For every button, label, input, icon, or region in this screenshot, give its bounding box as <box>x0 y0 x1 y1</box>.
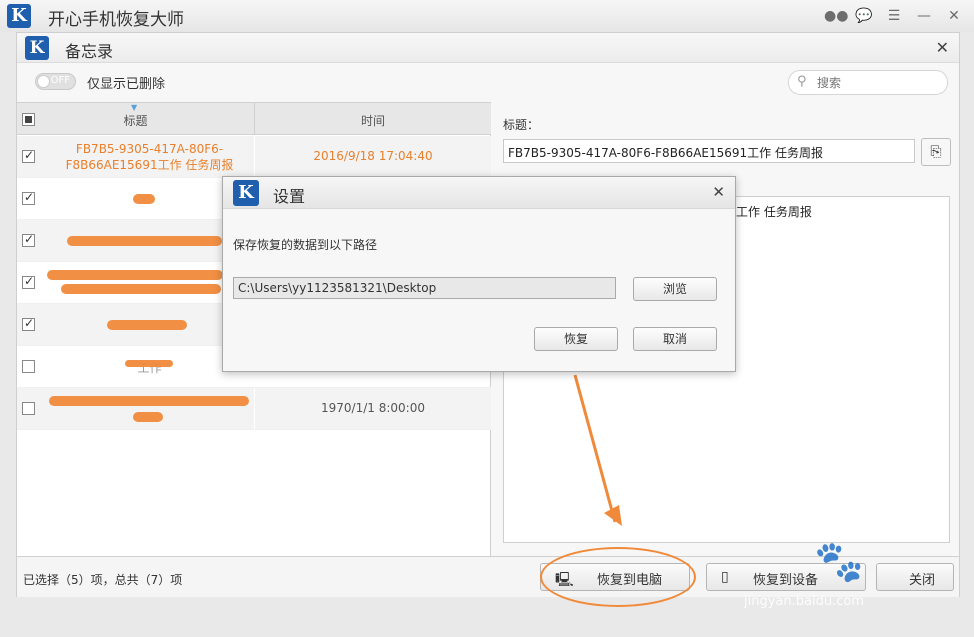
row-title: FB7B5-9305-417A-80F6- F8B66AE15691工作 任务周… <box>47 141 252 173</box>
row-checkbox[interactable] <box>22 360 35 373</box>
dialog-logo: K <box>233 180 259 206</box>
redaction-mark <box>49 396 249 406</box>
app-titlebar: K 开心手机恢复大师 ●● 💬 ☰ — ✕ <box>0 0 974 32</box>
phone-icon: ▯ <box>721 569 729 585</box>
app-logo: K <box>7 4 31 28</box>
dialog-close-icon[interactable]: ✕ <box>712 183 725 201</box>
dialog-titlebar: K 设置 ✕ <box>223 177 735 209</box>
toggle-knob <box>37 75 50 88</box>
redaction-mark <box>61 284 221 294</box>
row-checkbox[interactable] <box>22 148 35 163</box>
settings-dialog: K 设置 ✕ 保存恢复的数据到以下路径 C:\Users\yy112358132… <box>222 176 736 372</box>
memo-titlebar: K 备忘录 ✕ <box>17 33 959 63</box>
row-title-line: F8B66AE15691工作 任务周报 <box>65 158 234 172</box>
export-icon[interactable]: ⎘ <box>921 138 951 166</box>
browse-button[interactable]: 浏览 <box>633 277 717 301</box>
redaction-mark <box>133 194 155 204</box>
table-row[interactable]: 1970/1/1 8:00:00 <box>17 388 491 430</box>
row-checkbox[interactable] <box>22 402 35 415</box>
chat-icon[interactable]: 💬 <box>854 6 874 26</box>
wechat-icon[interactable]: ●● <box>824 6 848 26</box>
toggle-label: 仅显示已删除 <box>87 77 166 92</box>
redaction-mark <box>125 360 173 367</box>
row-checkbox[interactable] <box>22 232 35 247</box>
search-box[interactable]: ⚲ <box>788 70 948 95</box>
baidu-paw-logo: 🐾 <box>814 539 864 585</box>
selection-status: 已选择（5）项，总共（7）项 <box>23 573 183 587</box>
save-path-field[interactable]: C:\Users\yy1123581321\Desktop <box>233 277 616 299</box>
restore-to-device-label: 恢复到设备 <box>753 573 819 588</box>
row-checkbox[interactable] <box>22 316 35 331</box>
row-checkbox[interactable] <box>22 190 35 205</box>
memo-logo: K <box>25 36 49 60</box>
redaction-mark <box>107 320 187 330</box>
show-deleted-toggle[interactable]: OFF <box>35 73 76 90</box>
redaction-mark <box>47 270 223 280</box>
row-checkbox[interactable] <box>22 274 35 289</box>
search-icon: ⚲ <box>797 74 807 89</box>
restore-button[interactable]: 恢复 <box>534 327 618 351</box>
close-icon[interactable]: ✕ <box>944 6 964 26</box>
watermark-url: jingyan.baidu.com <box>744 594 864 609</box>
search-input[interactable] <box>815 74 940 92</box>
detail-title-label: 标题： <box>503 118 540 132</box>
detail-content-text: 工作 任务周报 <box>736 205 812 219</box>
sort-indicator-icon: ▼ <box>131 103 138 112</box>
cancel-button[interactable]: 取消 <box>633 327 717 351</box>
app-title: 开心手机恢复大师 <box>48 10 184 30</box>
close-button-label: 关闭 <box>909 573 936 588</box>
redaction-mark <box>133 412 163 422</box>
minimize-icon[interactable]: — <box>914 6 934 26</box>
row-title-line: FB7B5-9305-417A-80F6- <box>75 142 224 156</box>
row-time: 1970/1/1 8:00:00 <box>321 401 425 415</box>
memo-close-icon[interactable]: ✕ <box>936 38 949 57</box>
list-header: ▼ 标题 时间 <box>17 103 491 135</box>
menu-icon[interactable]: ☰ <box>884 6 904 26</box>
row-time: 2016/9/18 17:04:40 <box>313 149 433 163</box>
dialog-title: 设置 <box>273 187 306 206</box>
table-row[interactable]: FB7B5-9305-417A-80F6- F8B66AE15691工作 任务周… <box>17 136 491 178</box>
redaction-mark <box>67 236 222 246</box>
close-button[interactable]: 关闭 <box>876 563 954 591</box>
dialog-message: 保存恢复的数据到以下路径 <box>233 238 378 252</box>
toggle-state: OFF <box>50 75 70 86</box>
detail-title-field[interactable]: FB7B5-9305-417A-80F6-F8B66AE15691工作 任务周报 <box>503 139 915 163</box>
annotation-circle <box>540 547 696 607</box>
column-time[interactable]: 时间 <box>255 112 491 129</box>
column-title[interactable]: 标题 <box>17 112 254 129</box>
app-toolbar: ●● 💬 ☰ — ✕ <box>824 6 964 26</box>
memo-title: 备忘录 <box>65 42 114 61</box>
